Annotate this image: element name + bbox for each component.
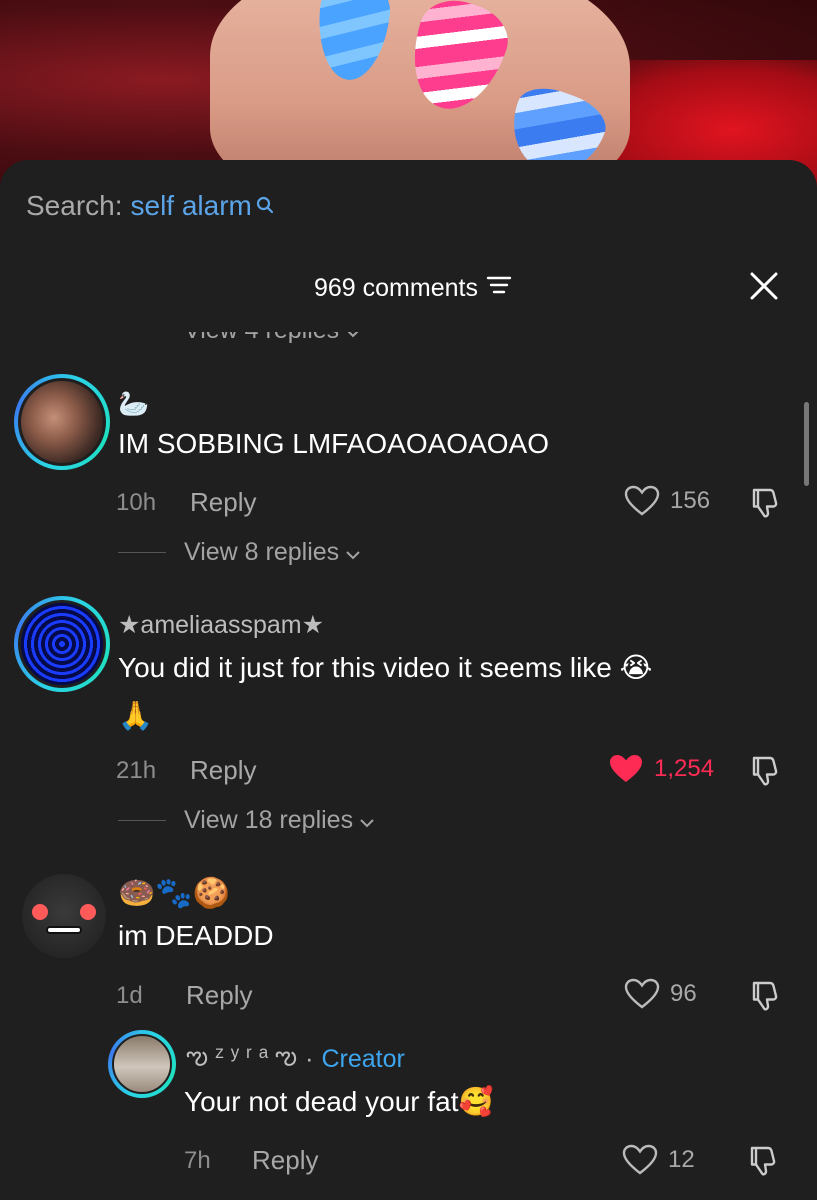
thumbs-down-icon	[752, 756, 778, 786]
close-button[interactable]	[748, 270, 780, 302]
heart-outline-icon	[624, 978, 660, 1009]
avatar[interactable]	[14, 596, 110, 692]
comment-username[interactable]: ★ameliaasspam★	[118, 610, 324, 640]
view-replies-label: View 18 replies	[184, 806, 354, 834]
reply-button[interactable]: Reply	[190, 755, 256, 786]
avatar[interactable]	[14, 374, 110, 470]
like-count: 12	[668, 1146, 695, 1173]
close-icon	[750, 272, 778, 300]
dislike-button[interactable]	[748, 486, 782, 520]
separator-dot: ·	[305, 1045, 314, 1073]
divider-line	[118, 820, 166, 821]
reply-avatar[interactable]	[108, 1030, 176, 1098]
reply-username[interactable]: ఌ ᶻ ʸ ʳ ᵃ ఌ	[186, 1042, 297, 1077]
dislike-button[interactable]	[748, 754, 782, 788]
sort-filter-icon[interactable]	[486, 274, 512, 303]
comments-count-label: 969 comments	[314, 274, 478, 302]
heart-outline-icon	[622, 1144, 658, 1175]
reply-button[interactable]: Reply	[186, 980, 252, 1011]
search-term-link[interactable]: self alarm	[131, 190, 252, 222]
search-icon	[256, 189, 274, 214]
like-count: 156	[670, 487, 711, 514]
comments-count[interactable]: 969 comments	[314, 274, 512, 303]
dislike-button[interactable]	[746, 1144, 780, 1178]
reply-username-row[interactable]: ఌ ᶻ ʸ ʳ ᵃ ఌ · Creator	[186, 1042, 405, 1077]
like-button[interactable]: 156	[624, 485, 710, 517]
thumbs-down-icon	[750, 1146, 776, 1176]
reply-button[interactable]: Reply	[252, 1145, 318, 1176]
like-button[interactable]: 96	[624, 978, 697, 1010]
view-replies-label: View 8 replies	[184, 538, 340, 566]
creator-badge: Creator	[321, 1045, 405, 1073]
search-suggestion[interactable]: Search: self alarm	[26, 190, 274, 222]
chevron-down-icon	[359, 806, 375, 835]
divider-line	[118, 552, 166, 553]
comment-username[interactable]: 🦢	[118, 390, 149, 419]
comment-text: IM SOBBING LMFAOAOAOAOAO	[118, 428, 549, 459]
search-prefix: Search:	[26, 190, 123, 221]
comments-header: 969 comments	[0, 270, 817, 310]
avatar[interactable]	[22, 874, 106, 958]
like-button[interactable]: 1,254	[608, 753, 714, 785]
like-count: 96	[670, 980, 697, 1007]
reply-button[interactable]: Reply	[190, 487, 256, 518]
dislike-button[interactable]	[748, 979, 782, 1013]
like-button[interactable]: 12	[622, 1144, 695, 1176]
like-count: 1,254	[654, 755, 715, 782]
thumbs-down-icon	[752, 488, 778, 518]
thumbs-down-icon	[752, 981, 778, 1011]
view-replies-button[interactable]: View 18 replies	[118, 806, 375, 835]
chevron-down-icon	[345, 538, 361, 567]
heart-filled-icon	[610, 755, 642, 782]
heart-outline-icon	[624, 485, 660, 516]
view-replies-button[interactable]: View 8 replies	[118, 538, 361, 567]
